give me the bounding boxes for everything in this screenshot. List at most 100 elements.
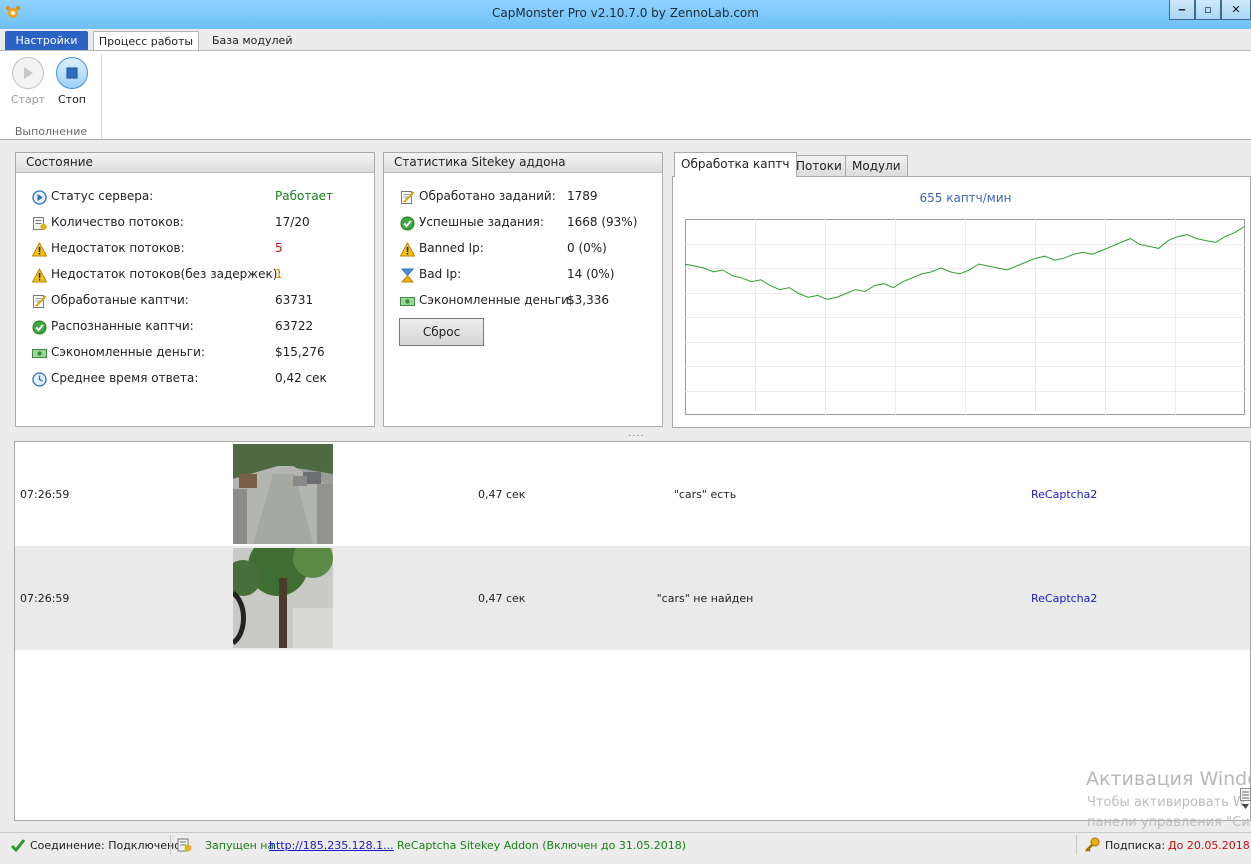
stat-row: Banned Ip: 0 (0%) xyxy=(384,239,662,259)
stat-value: 5 xyxy=(275,241,283,255)
row-duration: 0,47 сек xyxy=(478,592,526,605)
stat-row: Недостаток потоков(без задержек): 1 xyxy=(16,265,374,285)
stat-value: 14 (0%) xyxy=(567,267,615,281)
threads-icon xyxy=(33,217,47,231)
ribbon-body: Старт Стоп Выполнение xyxy=(0,50,1251,140)
stat-label: Сэкономленные деньги: xyxy=(419,293,573,307)
table-row[interactable]: 07:26:59 0,47 сек "cars" не найден ReCap… xyxy=(15,546,1250,650)
stat-row: Успешные задания: 1668 (93%) xyxy=(384,213,662,233)
table-row[interactable]: 07:26:59 0,47 сек "cars" есть ReCaptcha2 xyxy=(15,442,1250,546)
row-result: "cars" не найден xyxy=(656,592,754,605)
stat-label: Статус сервера: xyxy=(51,189,154,203)
stat-row: Количество потоков: 17/20 xyxy=(16,213,374,233)
captcha-log-table[interactable]: 07:26:59 0,47 сек "cars" есть ReCaptcha2… xyxy=(14,441,1251,821)
stat-label: Распознанные каптчи: xyxy=(51,319,194,333)
stat-row: Bad Ip: 14 (0%) xyxy=(384,265,662,285)
row-time: 07:26:59 xyxy=(20,488,70,501)
stat-label: Сэкономленные деньги: xyxy=(51,345,205,359)
check-circle-icon xyxy=(32,320,47,335)
stat-label: Banned Ip: xyxy=(419,241,484,255)
tab-settings[interactable]: Настройки xyxy=(5,31,88,51)
money-icon xyxy=(400,297,415,306)
warning-icon xyxy=(32,268,47,283)
chart-body: 655 каптч/мин xyxy=(672,176,1251,428)
stat-row: Недостаток потоков: 5 xyxy=(16,239,374,259)
tab-threads[interactable]: Потоки xyxy=(789,155,849,176)
minimize-button[interactable]: ‒ xyxy=(1169,0,1195,20)
stat-row: Среднее время ответа: 0,42 сек xyxy=(16,369,374,389)
stop-button[interactable]: Стоп xyxy=(52,57,92,106)
scroll-down-icon[interactable] xyxy=(1240,788,1251,812)
group-label: Выполнение xyxy=(14,125,88,138)
window-title: CapMonster Pro v2.10.7.0 by ZennoLab.com xyxy=(492,6,759,20)
warning-icon xyxy=(32,242,47,257)
chart-panel: Обработка каптч Потоки Модули 655 каптч/… xyxy=(672,152,1251,428)
stat-value: 0,42 сек xyxy=(275,371,327,385)
stop-label: Стоп xyxy=(57,93,86,106)
stat-value: 1668 (93%) xyxy=(567,215,638,229)
row-duration: 0,47 сек xyxy=(478,488,526,501)
play-circle-icon xyxy=(32,190,47,205)
maximize-button[interactable]: ▫ xyxy=(1195,0,1221,20)
status-panel-title: Состояние xyxy=(16,153,374,173)
stat-value: 1789 xyxy=(567,189,598,203)
captcha-rate-chart xyxy=(685,219,1245,415)
key-icon xyxy=(1085,837,1100,852)
tab-process[interactable]: Процесс работы xyxy=(93,31,199,51)
server-address-link[interactable]: http://185.235.128.1... xyxy=(269,839,394,852)
sitekey-panel-title: Статистика Sitekey аддона xyxy=(384,153,662,173)
stat-label: Обработано заданий: xyxy=(419,189,556,203)
stat-label: Успешные задания: xyxy=(419,215,544,229)
stat-value: $15,276 xyxy=(275,345,325,359)
addon-status: ReCaptcha Sitekey Addon (Включен до 31.0… xyxy=(397,839,687,852)
edit-doc-icon xyxy=(401,191,415,204)
stat-label: Среднее время ответа: xyxy=(51,371,199,385)
row-time: 07:26:59 xyxy=(20,592,70,605)
stat-value: Работает xyxy=(275,189,334,203)
stat-row: Сэкономленные деньги: $3,336 xyxy=(384,291,662,311)
stat-label: Bad Ip: xyxy=(419,267,462,281)
money-icon xyxy=(32,349,47,358)
close-button[interactable]: ✕ xyxy=(1221,0,1251,20)
hourglass-icon xyxy=(400,268,415,283)
check-circle-icon xyxy=(400,216,415,231)
stat-value: 0 (0%) xyxy=(567,241,607,255)
started-on-label: Запущен на xyxy=(205,839,275,852)
chart-tabs: Обработка каптч Потоки Модули xyxy=(672,152,1251,177)
tab-captcha-processing[interactable]: Обработка каптч xyxy=(674,152,797,177)
row-captcha-type: ReCaptcha2 xyxy=(1031,592,1098,605)
stat-label: Обработаные каптчи: xyxy=(51,293,189,307)
stat-label: Недостаток потоков: xyxy=(51,241,185,255)
start-button[interactable]: Старт xyxy=(8,57,48,106)
title-bar: CapMonster Pro v2.10.7.0 by ZennoLab.com… xyxy=(0,0,1251,29)
row-result: "cars" есть xyxy=(673,488,737,501)
stop-icon xyxy=(66,67,78,79)
stat-value: $3,336 xyxy=(567,293,609,307)
stat-value: 17/20 xyxy=(275,215,310,229)
stat-row: Обработаные каптчи: 63731 xyxy=(16,291,374,311)
stat-label: Количество потоков: xyxy=(51,215,184,229)
ribbon-tabs: Настройки Процесс работы База модулей xyxy=(0,29,1251,51)
tab-modules[interactable]: Модули xyxy=(845,155,908,176)
activation-watermark-title: Активация Windows xyxy=(1086,768,1251,790)
splitter-handle[interactable]: .... xyxy=(628,428,645,439)
stat-row: Сэкономленные деньги: $15,276 xyxy=(16,343,374,363)
reset-button[interactable]: Сброс xyxy=(399,318,484,346)
stat-value: 63731 xyxy=(275,293,314,307)
stat-value: 1 xyxy=(275,267,283,281)
captcha-image xyxy=(233,444,333,544)
edit-doc-icon xyxy=(33,295,47,308)
stat-value: 63722 xyxy=(275,319,314,333)
status-panel: Состояние Статус сервера: Работает Количес… xyxy=(15,152,375,427)
play-icon xyxy=(24,67,33,79)
stat-label: Недостаток потоков(без задержек): xyxy=(51,267,282,281)
row-captcha-type: ReCaptcha2 xyxy=(1031,488,1098,501)
threads-icon xyxy=(177,838,192,852)
start-label: Старт xyxy=(10,93,46,106)
checkmark-icon xyxy=(10,839,26,853)
tab-modules-base[interactable]: База модулей xyxy=(202,31,302,51)
warning-icon xyxy=(400,242,415,257)
activation-watermark-text: Чтобы активировать W панели управления "… xyxy=(1087,795,1250,830)
connection-status: Соединение: Подключено xyxy=(30,839,181,852)
chart-title: 655 каптч/мин xyxy=(919,191,1012,205)
